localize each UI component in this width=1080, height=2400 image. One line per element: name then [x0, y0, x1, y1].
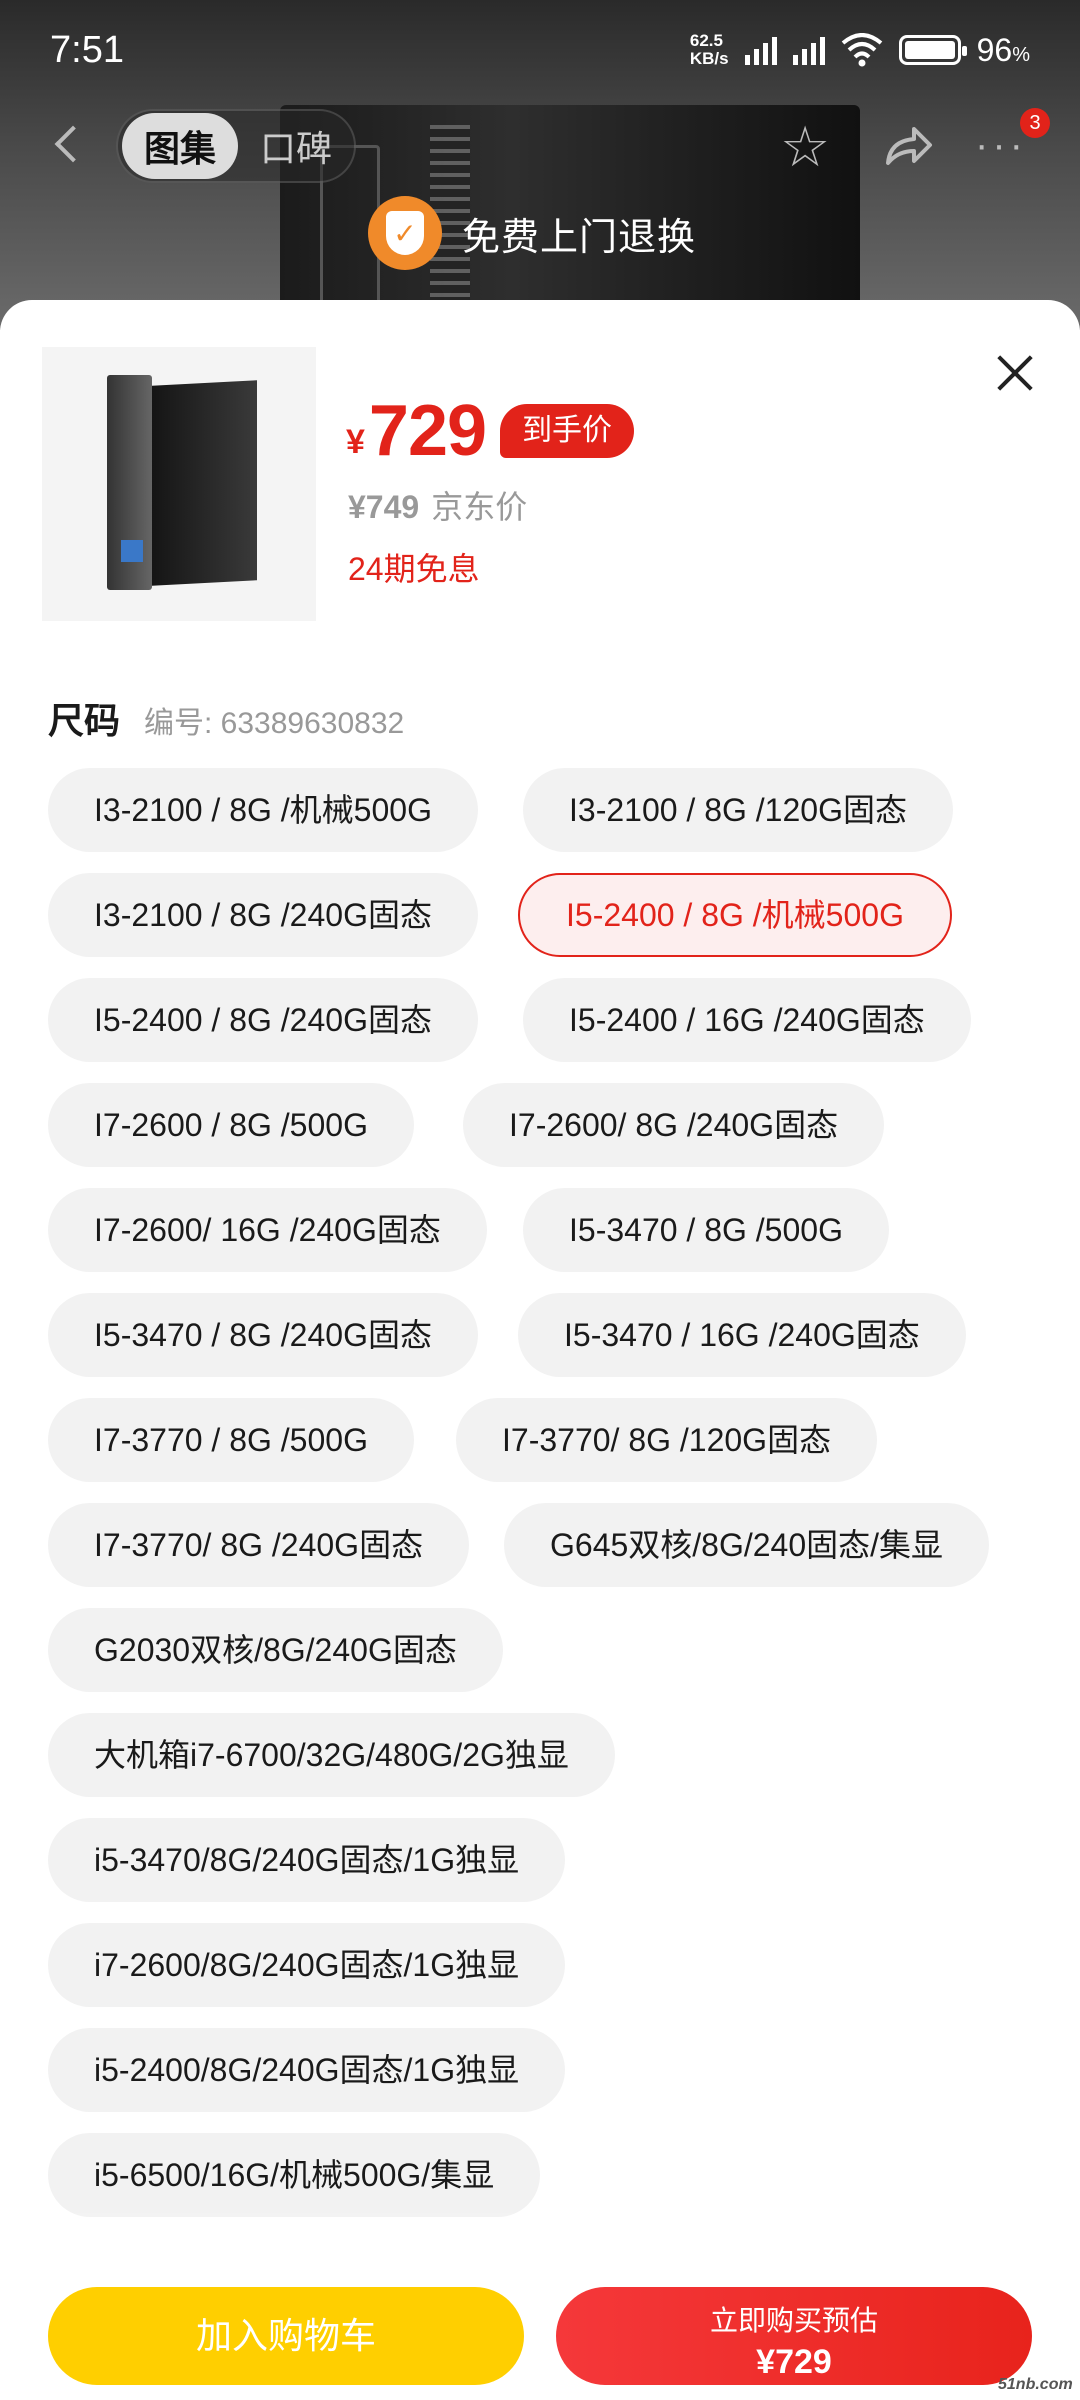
size-option[interactable]: G2030双核/8G/240G固态: [48, 1608, 503, 1692]
jd-price-row: ¥749 京东价: [348, 482, 527, 528]
size-option[interactable]: i5-6500/16G/机械500G/集显: [48, 2133, 541, 2217]
size-option-selected[interactable]: I5-2400 / 8G /机械500G: [518, 873, 952, 957]
product-code: 编号: 63389630832: [144, 707, 405, 740]
size-option[interactable]: I7-2600/ 8G /240G固态: [463, 1083, 885, 1167]
size-header: 尺码 编号: 63389630832: [48, 692, 404, 744]
size-option[interactable]: I3-2100 / 8G /240G固态: [48, 873, 478, 957]
size-option[interactable]: i7-2600/8G/240G固态/1G独显: [48, 1923, 566, 2007]
size-option[interactable]: I7-2600 / 8G /500G: [48, 1083, 414, 1167]
buy-now-label: 立即购买预估: [709, 2305, 878, 2336]
size-option[interactable]: I7-3770/ 8G /120G固态: [456, 1398, 878, 1482]
tab-gallery[interactable]: 图集: [122, 113, 238, 179]
size-option[interactable]: I5-2400 / 16G /240G固态: [523, 978, 971, 1062]
price-currency: ¥: [346, 422, 365, 461]
price-tag: 到手价: [500, 404, 635, 458]
jd-price: ¥749: [348, 489, 420, 525]
size-option[interactable]: I3-2100 / 8G /120G固态: [523, 768, 953, 852]
size-option[interactable]: I5-3470 / 8G /240G固态: [48, 1293, 478, 1377]
size-option[interactable]: I7-2600/ 16G /240G固态: [48, 1188, 487, 1272]
size-option[interactable]: I7-3770/ 8G /240G固态: [48, 1503, 470, 1587]
size-option[interactable]: G645双核/8G/240固态/集显: [504, 1503, 990, 1587]
final-price: 729: [368, 391, 487, 471]
free-return-text: 免费上门退换: [462, 216, 697, 259]
jd-price-label: 京东价: [431, 489, 528, 525]
size-option[interactable]: I5-3470 / 16G /240G固态: [518, 1293, 966, 1377]
close-icon[interactable]: [990, 348, 1040, 398]
size-option[interactable]: i5-2400/8G/240G固态/1G独显: [48, 2028, 566, 2112]
price-row: ¥ 729 到手价: [346, 390, 635, 472]
signal-icon: [744, 35, 777, 65]
size-option[interactable]: 大机箱i7-6700/32G/480G/2G独显: [48, 1713, 615, 1797]
size-option[interactable]: I3-2100 / 8G /机械500G: [48, 768, 478, 852]
buy-now-button[interactable]: 立即购买预估 ¥729: [556, 2287, 1032, 2385]
status-time: 7:51: [50, 28, 124, 71]
list-fade: [0, 2210, 1080, 2270]
network-speed: 62.5 KB/s: [690, 32, 729, 68]
battery-icon: [898, 35, 967, 65]
wifi-icon: [841, 33, 882, 67]
installment-info: 24期免息: [348, 551, 480, 587]
size-title: 尺码: [48, 700, 121, 741]
tab-reviews[interactable]: 口碑: [260, 120, 332, 172]
status-bar: 7:51 62.5 KB/s 96%: [0, 0, 1080, 100]
speed-value: 62.5: [689, 31, 723, 50]
notification-badge: 3: [1020, 108, 1050, 138]
spec-selector-sheet: ¥ 729 到手价 ¥749 京东价 24期免息 尺码 编号: 633896308…: [0, 300, 1080, 2400]
battery-level: 96%: [976, 31, 1030, 68]
size-option[interactable]: I7-3770 / 8G /500G: [48, 1398, 414, 1482]
shield-check-icon: ✓: [368, 196, 442, 270]
size-option[interactable]: I5-2400 / 8G /240G固态: [48, 978, 478, 1062]
speed-unit: KB/s: [689, 49, 729, 68]
action-bar: 加入购物车 立即购买预估 ¥729: [0, 2270, 1080, 2400]
buy-now-price: ¥729: [756, 2343, 832, 2381]
free-return-banner: ✓ 免费上门退换: [368, 196, 696, 270]
size-option[interactable]: i5-3470/8G/240G固态/1G独显: [48, 1818, 566, 1902]
view-switcher: 图集 口碑: [116, 109, 356, 183]
size-option[interactable]: I5-3470 / 8G /500G: [523, 1188, 889, 1272]
product-thumbnail: [42, 347, 316, 621]
back-icon[interactable]: [50, 127, 86, 163]
watermark: 51nb.com: [998, 2376, 1073, 2393]
share-icon[interactable]: [880, 119, 936, 175]
top-nav: 图集 口碑 ☆ ···: [0, 105, 1080, 185]
signal-icon-2: [792, 35, 825, 65]
add-to-cart-button[interactable]: 加入购物车: [48, 2287, 524, 2385]
star-icon[interactable]: ☆: [780, 119, 836, 175]
